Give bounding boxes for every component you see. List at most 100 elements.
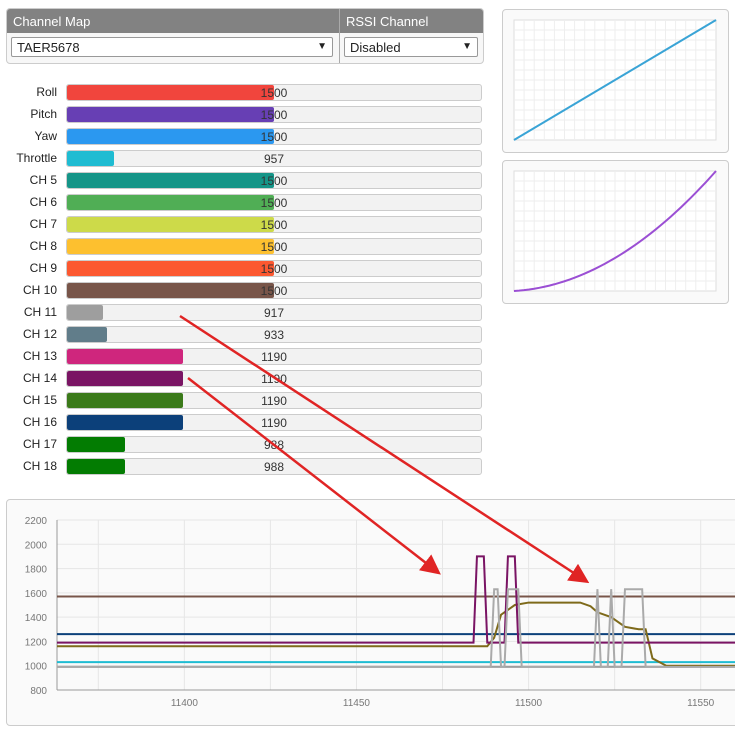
expo-curve-chart xyxy=(513,170,717,292)
channel-value: 1500 xyxy=(260,262,288,276)
channel-row: Throttle 957 xyxy=(0,150,482,167)
channel-label: CH 17 xyxy=(22,437,57,451)
channel-row: CH 7 1500 xyxy=(0,216,482,233)
y-tick-label: 1400 xyxy=(25,613,48,624)
channel-bar-track: 1500 xyxy=(66,128,482,145)
channel-map-panel: Channel Map RSSI Channel TAER5678 ▼ Disa… xyxy=(6,8,484,64)
channel-bar-track: 1500 xyxy=(66,194,482,211)
channel-row: CH 18 988 xyxy=(0,458,482,475)
rssi-channel-select[interactable]: Disabled ▼ xyxy=(344,37,478,57)
y-tick-label: 1000 xyxy=(25,662,48,673)
channel-bar-track: 1500 xyxy=(66,238,482,255)
channel-label: Pitch xyxy=(30,107,57,121)
channel-value: 933 xyxy=(263,328,285,342)
chevron-down-icon: ▼ xyxy=(317,41,327,52)
panel-divider xyxy=(339,9,340,63)
chevron-down-icon: ▼ xyxy=(462,41,472,52)
channel-row: CH 8 1500 xyxy=(0,238,482,255)
channel-label: CH 12 xyxy=(22,327,57,341)
channel-value: 1500 xyxy=(260,108,288,122)
channel-bar-track: 1500 xyxy=(66,216,482,233)
channel-row: CH 16 1190 xyxy=(0,414,482,431)
y-tick-label: 1800 xyxy=(25,565,48,576)
channel-value: 988 xyxy=(263,438,285,452)
y-tick-label: 2000 xyxy=(25,540,48,551)
channel-row: CH 6 1500 xyxy=(0,194,482,211)
channel-label: CH 6 xyxy=(29,195,57,209)
channel-bar-track: 1500 xyxy=(66,282,482,299)
channel-value: 1500 xyxy=(260,130,288,144)
rssi-channel-value: Disabled xyxy=(350,40,401,55)
channel-label: CH 13 xyxy=(22,349,57,363)
channel-label: CH 5 xyxy=(29,173,57,187)
channel-row: CH 12 933 xyxy=(0,326,482,343)
channel-label: CH 15 xyxy=(22,393,57,407)
x-tick-label: 11550 xyxy=(687,698,715,709)
channel-label: CH 11 xyxy=(23,305,57,319)
channel-label: CH 9 xyxy=(29,261,57,275)
channel-bar-track: 1190 xyxy=(66,348,482,365)
map-panel-header: Channel Map RSSI Channel xyxy=(7,9,483,33)
channel-bar-track: 1500 xyxy=(66,260,482,277)
receiver-graph-panel: 800 1000 1200 1400 1600 1800 2000 2200 11400 1145… xyxy=(6,499,735,726)
series-line xyxy=(57,555,735,644)
channel-value: 1500 xyxy=(260,196,288,210)
channel-row: CH 15 1190 xyxy=(0,392,482,409)
channel-row: CH 14 1190 xyxy=(0,370,482,387)
channel-value: 1190 xyxy=(261,350,287,364)
channel-row: Roll 1500 xyxy=(0,84,482,101)
channel-bar-track: 988 xyxy=(66,458,482,475)
channel-row: CH 13 1190 xyxy=(0,348,482,365)
channel-row: Pitch 1500 xyxy=(0,106,482,123)
y-tick-label: 1200 xyxy=(25,637,48,648)
channel-bar-track: 1190 xyxy=(66,370,482,387)
channel-bar-track: 933 xyxy=(66,326,482,343)
channel-bar-track: 1190 xyxy=(66,392,482,409)
channel-label: CH 10 xyxy=(22,283,57,297)
x-tick-label: 11400 xyxy=(171,698,199,709)
channel-value: 988 xyxy=(263,460,285,474)
x-tick-label: 11450 xyxy=(343,698,371,709)
channel-value: 1500 xyxy=(260,174,288,188)
channel-label: CH 7 xyxy=(29,217,57,231)
channel-value: 1190 xyxy=(261,372,287,386)
rssi-channel-header: RSSI Channel xyxy=(346,14,429,29)
channel-label: CH 8 xyxy=(29,239,57,253)
channel-row: Yaw 1500 xyxy=(0,128,482,145)
channel-bar-track: 988 xyxy=(66,436,482,453)
channel-value: 1190 xyxy=(261,416,287,430)
y-tick-label: 1600 xyxy=(25,589,48,600)
rc-curve-chart xyxy=(513,19,717,141)
channel-value: 1500 xyxy=(260,86,288,100)
channel-value: 957 xyxy=(263,152,285,166)
channel-row: CH 11 917 xyxy=(0,304,482,321)
x-tick-label: 11500 xyxy=(515,698,543,709)
expo-curve-panel xyxy=(502,160,729,304)
channel-label: CH 14 xyxy=(22,371,57,385)
channel-label: Yaw xyxy=(34,129,57,143)
channel-bar-track: 917 xyxy=(66,304,482,321)
channel-bar-track: 1190 xyxy=(66,414,482,431)
receiver-graph: 800 1000 1200 1400 1600 1800 2000 2200 11400 1145… xyxy=(25,516,735,709)
channel-value: 1500 xyxy=(260,284,288,298)
channel-label: Throttle xyxy=(16,151,57,165)
y-tick-label: 800 xyxy=(30,686,47,697)
y-tick-label: 2200 xyxy=(25,516,48,527)
channel-row: CH 5 1500 xyxy=(0,172,482,189)
channel-bar-track: 1500 xyxy=(66,84,482,101)
channel-map-value: TAER5678 xyxy=(17,40,80,55)
channel-map-header: Channel Map xyxy=(13,14,91,29)
channel-label: CH 18 xyxy=(22,459,57,473)
channel-bar-track: 1500 xyxy=(66,106,482,123)
channel-map-select[interactable]: TAER5678 ▼ xyxy=(11,37,333,57)
channel-label: Roll xyxy=(36,85,57,99)
channel-value: 917 xyxy=(263,306,285,320)
channel-bar-track: 957 xyxy=(66,150,482,167)
channel-row: CH 9 1500 xyxy=(0,260,482,277)
channel-value: 1500 xyxy=(260,240,288,254)
channel-bar-track: 1500 xyxy=(66,172,482,189)
rc-curve-panel xyxy=(502,9,729,153)
channel-row: CH 17 988 xyxy=(0,436,482,453)
channel-value: 1190 xyxy=(261,394,287,408)
channel-label: CH 16 xyxy=(22,415,57,429)
